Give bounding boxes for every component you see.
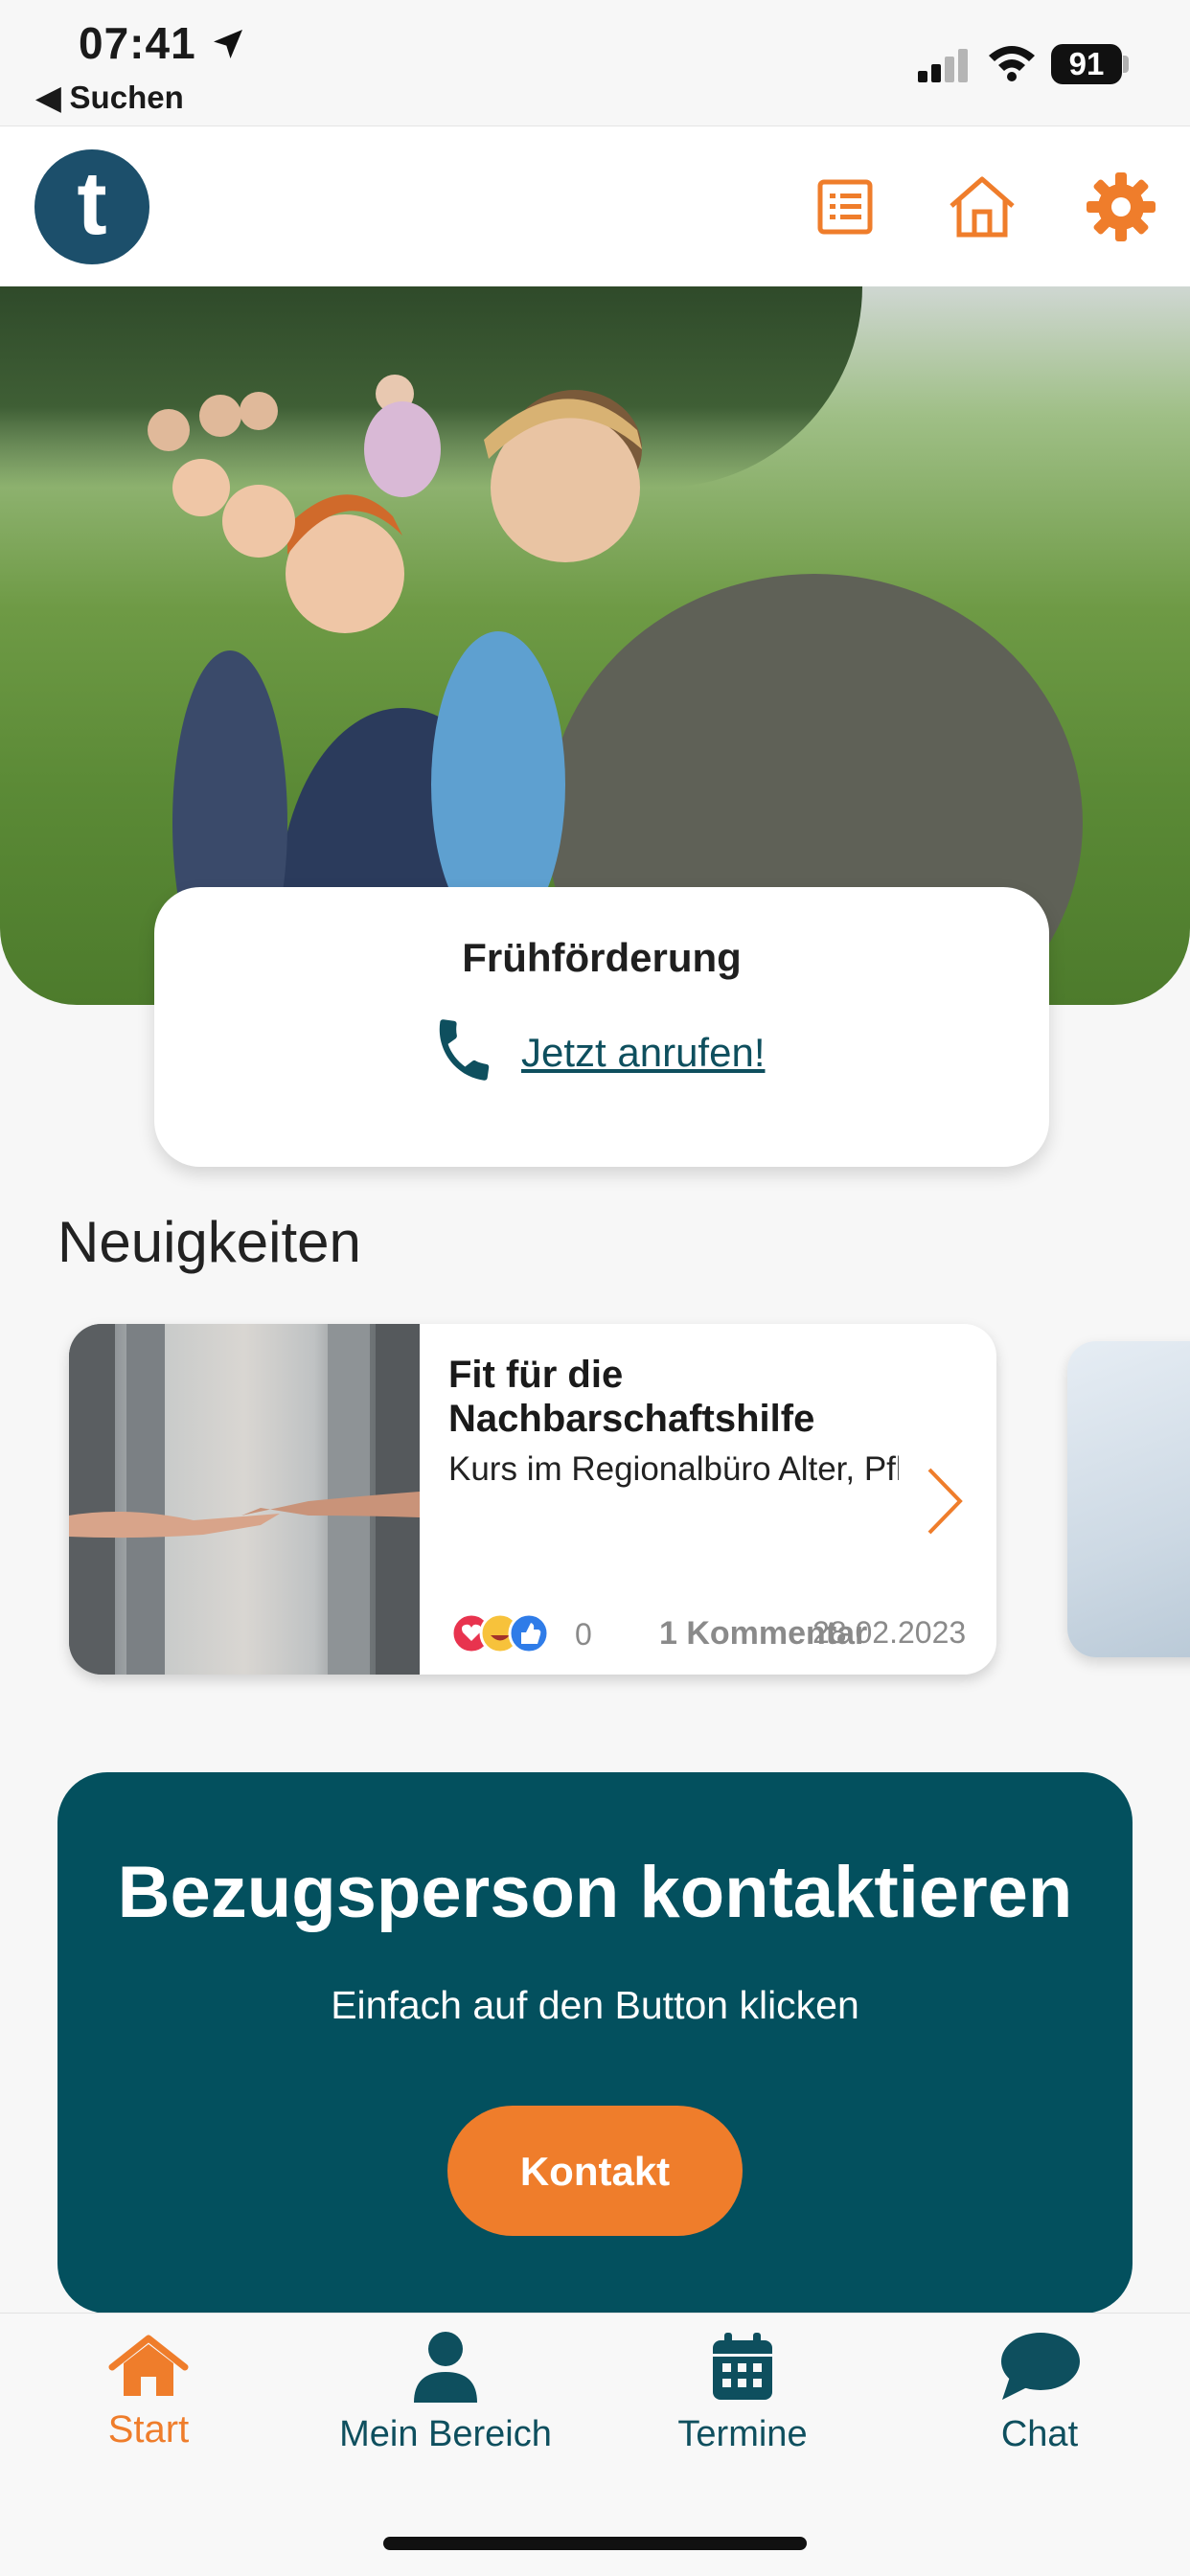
- calendar-icon: [594, 2328, 891, 2405]
- tab-label: Termine: [677, 2414, 808, 2454]
- person-icon: [297, 2328, 594, 2405]
- news-date: 28.02.2023: [812, 1615, 967, 1650]
- call-link-text[interactable]: Jetzt anrufen!: [521, 1030, 765, 1076]
- card-title: Frühförderung: [462, 935, 742, 980]
- reaction-icons[interactable]: [450, 1611, 556, 1660]
- battery-indicator: 91: [1051, 44, 1122, 84]
- phone-icon: [427, 1014, 500, 1091]
- tab-label: Start: [107, 2408, 190, 2451]
- contact-subtitle: Einfach auf den Button klicken: [331, 1983, 859, 2027]
- early-support-card: Frühförderung Jetzt anrufen!: [154, 887, 1049, 1167]
- news-image: [69, 1324, 420, 1675]
- tab-chat[interactable]: Chat: [891, 2328, 1188, 2455]
- tab-termine[interactable]: Termine: [594, 2328, 891, 2455]
- news-subtitle: Kurs im Regionalbüro Alter, Pflege und D…: [448, 1450, 899, 1488]
- chat-bubble-icon: [891, 2328, 1188, 2405]
- back-to-search-link[interactable]: ◀ Suchen: [36, 79, 184, 116]
- contact-button[interactable]: Kontakt: [447, 2106, 743, 2236]
- tab-mein-bereich[interactable]: Mein Bereich: [297, 2328, 594, 2455]
- status-time: 07:41: [79, 18, 196, 68]
- tab-label: Mein Bereich: [339, 2414, 552, 2454]
- cellular-signal-icon: [918, 48, 972, 89]
- call-now-link[interactable]: Jetzt anrufen!: [427, 1014, 765, 1091]
- tab-start[interactable]: Start: [0, 2328, 297, 2451]
- reaching-hands: [69, 1492, 420, 1539]
- home-icon: [0, 2328, 297, 2405]
- chevron-right-icon[interactable]: [924, 1466, 966, 1541]
- news-title: Fit für die Nachbarschaftshilfe: [448, 1354, 815, 1440]
- list-button[interactable]: [807, 171, 883, 247]
- settings-button[interactable]: [1083, 171, 1159, 247]
- battery-tip: [1123, 56, 1129, 73]
- contact-panel: Bezugsperson kontaktieren Einfach auf de…: [57, 1772, 1133, 2314]
- wifi-icon: [987, 42, 1037, 87]
- contact-title: Bezugsperson kontaktieren: [117, 1852, 1073, 1933]
- app-logo[interactable]: t: [34, 149, 149, 264]
- list-icon: [816, 178, 874, 240]
- tab-label: Chat: [1000, 2414, 1079, 2454]
- news-card[interactable]: Fit für die Nachbarschaftshilfe Kurs im …: [69, 1324, 996, 1675]
- news-section-title: Neuigkeiten: [57, 1210, 361, 1274]
- home-indicator[interactable]: [383, 2537, 807, 2550]
- home-button[interactable]: [944, 171, 1020, 247]
- location-arrow-icon: [209, 25, 247, 68]
- reaction-count: 0: [575, 1617, 592, 1652]
- news-card-next[interactable]: [1067, 1341, 1190, 1657]
- home-icon: [946, 173, 1018, 245]
- gear-icon: [1085, 171, 1157, 248]
